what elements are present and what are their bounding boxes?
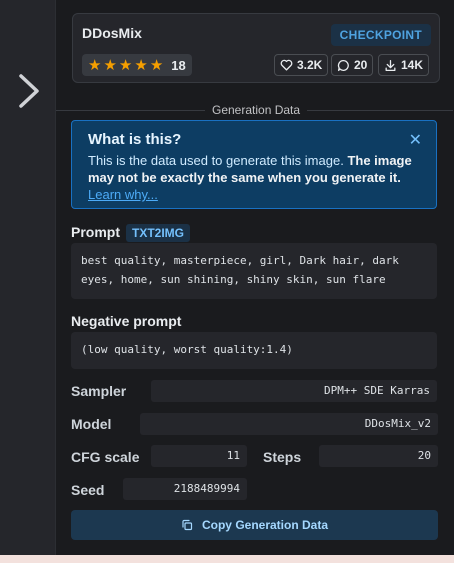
comments-count: 20 xyxy=(354,58,368,72)
sampler-value[interactable]: DPM++ SDE Karras xyxy=(151,380,437,402)
page-background-strip xyxy=(0,555,454,563)
model-label: Model xyxy=(71,416,112,432)
seed-label: Seed xyxy=(71,482,105,498)
generation-panel: DDosMix CHECKPOINT ★ ★ ★ ★ ★ 18 3.2K 20 xyxy=(55,0,453,555)
star-icon: ★ xyxy=(134,56,148,74)
seed-value[interactable]: 2188489994 xyxy=(123,478,247,500)
negative-prompt-label: Negative prompt xyxy=(71,313,182,329)
negative-prompt-text[interactable]: (low quality, worst quality:1.4) xyxy=(71,332,437,369)
info-alert: What is this? ✕ This is the data used to… xyxy=(71,120,437,209)
star-icon: ★ xyxy=(118,56,133,74)
heart-icon xyxy=(280,59,293,71)
learn-why-link[interactable]: Learn why... xyxy=(88,187,158,202)
close-icon[interactable]: ✕ xyxy=(409,133,422,149)
star-icon: ★ xyxy=(103,56,117,74)
rating-badge[interactable]: ★ ★ ★ ★ ★ 18 xyxy=(82,54,192,76)
prompt-type-badge: TXT2IMG xyxy=(126,224,191,242)
download-icon xyxy=(385,59,396,71)
alert-body: This is the data used to generate this i… xyxy=(88,152,416,203)
steps-value[interactable]: 20 xyxy=(319,445,438,467)
model-card[interactable]: DDosMix CHECKPOINT ★ ★ ★ ★ ★ 18 3.2K 20 xyxy=(72,13,440,83)
likes-count: 3.2K xyxy=(297,58,323,72)
steps-label: Steps xyxy=(263,449,302,465)
model-name[interactable]: DDosMix xyxy=(82,25,142,41)
cfg-scale-label: CFG scale xyxy=(71,449,140,465)
sampler-label: Sampler xyxy=(71,383,127,399)
copy-generation-data-button[interactable]: Copy Generation Data xyxy=(71,510,438,540)
alert-title: What is this? xyxy=(88,131,182,148)
model-value[interactable]: DDosMix_v2 xyxy=(140,413,438,435)
copy-icon xyxy=(182,519,193,531)
likes-stat[interactable]: 3.2K xyxy=(274,54,329,76)
left-nav-strip xyxy=(0,0,55,555)
cfg-scale-value[interactable]: 11 xyxy=(151,445,247,467)
star-icon: ★ xyxy=(88,56,102,74)
alert-body-text: This is the data used to generate this i… xyxy=(88,153,348,168)
comments-stat[interactable]: 20 xyxy=(331,54,374,76)
comment-icon xyxy=(337,59,349,71)
prompt-label: Prompt xyxy=(71,224,120,240)
downloads-stat[interactable]: 14K xyxy=(378,54,430,76)
star-icon: ★ xyxy=(149,56,164,74)
model-type-badge: CHECKPOINT xyxy=(330,24,431,46)
section-title: Generation Data xyxy=(205,103,308,117)
chevron-right-icon[interactable] xyxy=(16,72,42,110)
copy-button-label: Copy Generation Data xyxy=(201,518,329,532)
rating-count: 18 xyxy=(171,57,186,73)
prompt-text[interactable]: best quality, masterpiece, girl, Dark ha… xyxy=(71,243,437,299)
downloads-count: 14K xyxy=(401,58,424,72)
